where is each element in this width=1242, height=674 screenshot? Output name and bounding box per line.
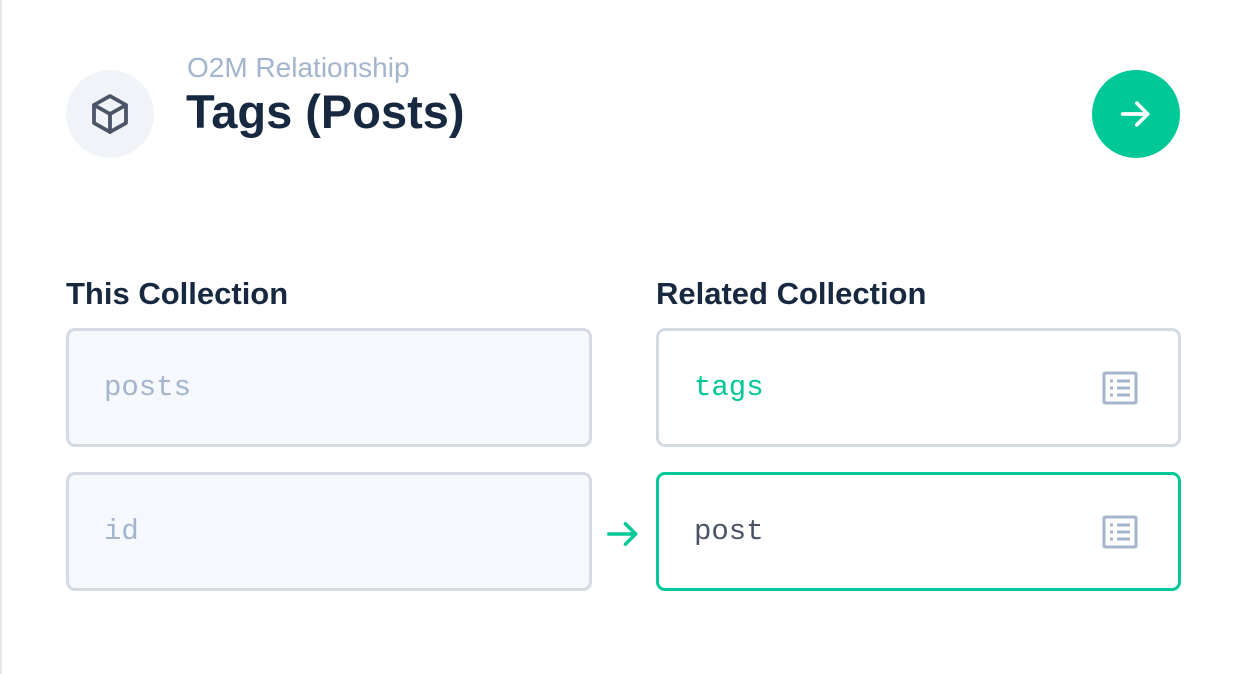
this-collection-heading: This Collection [66, 276, 289, 311]
related-field-input[interactable]: post [656, 472, 1181, 591]
list-icon[interactable] [1102, 371, 1138, 405]
this-field-input: id [66, 472, 592, 591]
arrow-right-icon [607, 521, 638, 547]
box-icon [92, 94, 128, 134]
collection-icon-badge [66, 70, 154, 158]
this-field-value: id [104, 515, 139, 548]
related-collection-heading: Related Collection [656, 276, 927, 311]
arrow-right-icon [1120, 101, 1150, 127]
open-related-button[interactable] [1092, 70, 1180, 158]
relationship-type-label: O2M Relationship [187, 52, 410, 83]
list-icon[interactable] [1102, 515, 1138, 549]
this-collection-value: posts [104, 371, 192, 404]
related-collection-input[interactable]: tags [656, 328, 1181, 447]
panel-divider [0, 0, 2, 674]
page-title: Tags (Posts) [186, 85, 465, 138]
relationship-panel: O2M Relationship Tags (Posts) This Colle… [0, 0, 1242, 674]
this-collection-input: posts [66, 328, 592, 447]
